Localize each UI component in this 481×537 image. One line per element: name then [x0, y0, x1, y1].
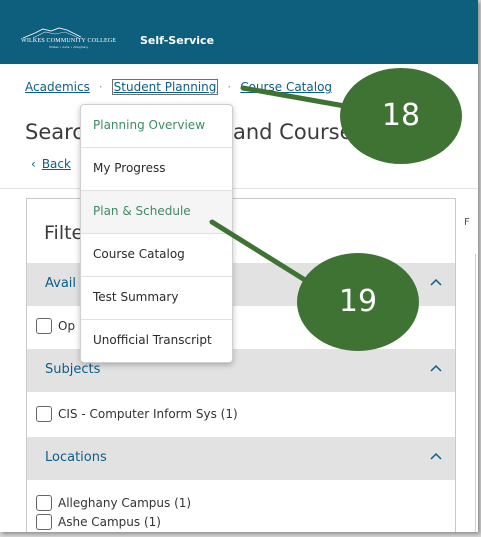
menu-item-unofficial-transcript[interactable]: Unofficial Transcript — [81, 320, 232, 363]
chevron-up-icon — [430, 278, 442, 286]
menu-item-test-summary[interactable]: Test Summary — [81, 277, 232, 320]
breadcrumb-course-catalog[interactable]: Course Catalog — [240, 80, 332, 94]
menu-item-plan-schedule[interactable]: Plan & Schedule — [81, 191, 232, 234]
page-title-right: and Course — [233, 120, 353, 144]
callout-badge-18: 18 — [340, 68, 462, 164]
back-label: Back — [41, 157, 71, 171]
app-title: Self-Service — [140, 34, 215, 47]
header-divider — [0, 188, 478, 189]
section-label: Avail — [45, 276, 77, 291]
checkbox[interactable] — [36, 406, 52, 422]
callout-badge-19: 19 — [297, 253, 419, 351]
option-label: Alleghany Campus (1) — [58, 496, 192, 510]
student-planning-dropdown: Planning Overview My Progress Plan & Sch… — [80, 104, 233, 363]
checkbox[interactable] — [36, 495, 52, 511]
menu-item-label: Planning Overview — [93, 118, 206, 132]
logo-tagline: Wilkes • Ashe • Alleghany — [49, 45, 89, 49]
checkbox[interactable] — [36, 318, 52, 334]
checkbox[interactable] — [36, 514, 52, 530]
option-label: CIS - Computer Inform Sys (1) — [58, 407, 238, 421]
filter-section-locations[interactable]: Locations — [27, 437, 455, 480]
menu-item-course-catalog[interactable]: Course Catalog — [81, 234, 232, 277]
section-label: Locations — [45, 450, 107, 465]
menu-item-planning-overview[interactable]: Planning Overview — [81, 105, 232, 148]
breadcrumb-separator: · — [98, 80, 103, 94]
logo-text: WILKES COMMUNITY COLLEGE — [21, 38, 117, 44]
breadcrumb-separator: · — [227, 80, 232, 94]
menu-item-label: Unofficial Transcript — [93, 333, 212, 347]
menu-item-label: Plan & Schedule — [93, 204, 191, 218]
menu-item-label: My Progress — [93, 161, 166, 175]
option-label: Ashe Campus (1) — [58, 515, 161, 529]
results-panel — [475, 254, 478, 532]
app-window: WILKES COMMUNITY COLLEGE Wilkes • Ashe •… — [0, 0, 478, 532]
callout-number: 19 — [338, 284, 378, 319]
section-label: Subjects — [45, 362, 101, 377]
option-label: Op — [58, 319, 76, 333]
callout-number: 18 — [381, 98, 421, 133]
college-logo[interactable]: WILKES COMMUNITY COLLEGE Wilkes • Ashe •… — [21, 26, 133, 49]
back-link[interactable]: ‹ Back — [31, 157, 71, 171]
breadcrumb: Academics · Student Planning · Course Catalo… — [25, 79, 332, 95]
results-label: F — [464, 217, 470, 228]
breadcrumb-academics[interactable]: Academics — [25, 80, 90, 94]
breadcrumb-student-planning[interactable]: Student Planning — [111, 79, 219, 95]
page-title-left: Searc — [25, 120, 84, 144]
menu-item-my-progress[interactable]: My Progress — [81, 148, 232, 191]
chevron-up-icon — [430, 452, 442, 460]
menu-item-label: Test Summary — [93, 290, 179, 304]
menu-item-label: Course Catalog — [93, 247, 185, 261]
chevron-left-icon: ‹ — [31, 157, 36, 171]
chevron-up-icon — [430, 364, 442, 372]
filter-title: Filte — [44, 222, 84, 244]
page-title: Searc and Course — [25, 120, 353, 144]
top-header: WILKES COMMUNITY COLLEGE Wilkes • Ashe •… — [0, 0, 478, 64]
